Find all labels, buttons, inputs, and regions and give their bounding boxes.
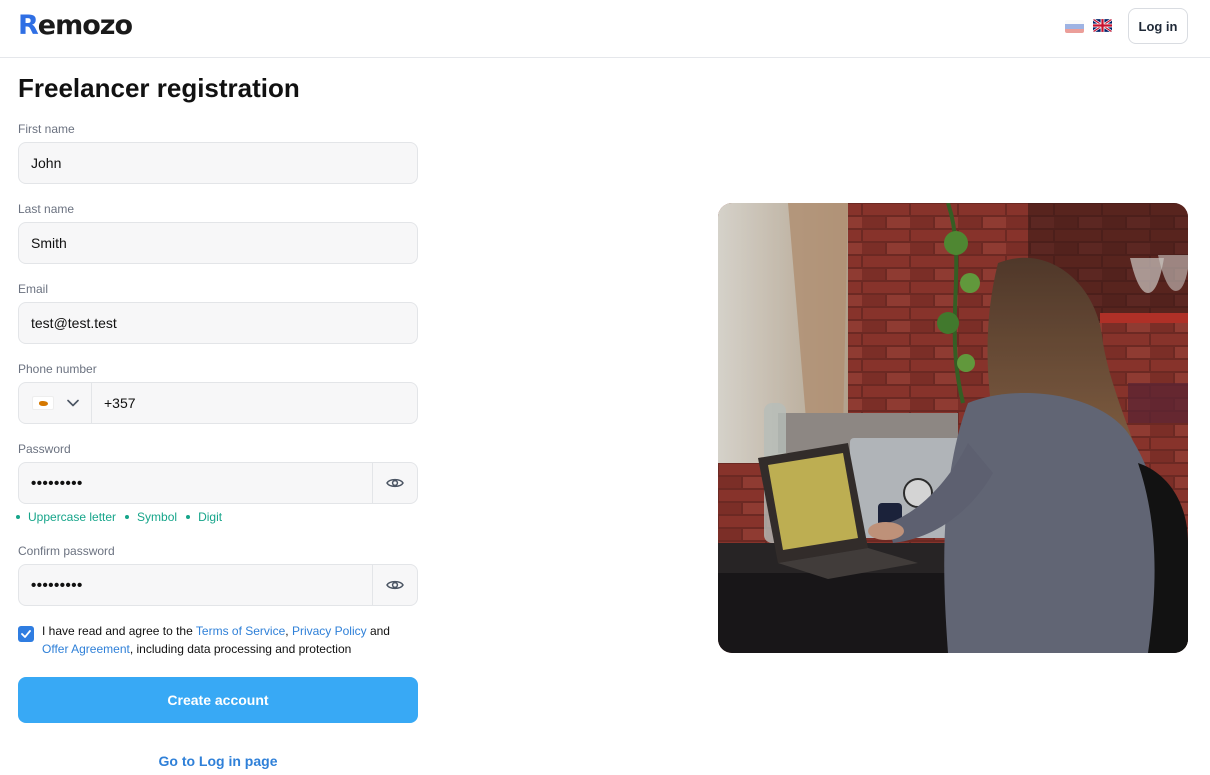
first-name-input[interactable]: John — [18, 142, 418, 184]
phone-field: +357 — [18, 382, 418, 424]
chevron-down-icon — [67, 399, 79, 407]
agreement-text: I have read and agree to the Terms of Se… — [42, 624, 390, 656]
email-input[interactable]: test@test.test — [18, 302, 418, 344]
agreement-checkbox[interactable] — [18, 626, 34, 642]
first-name-label: First name — [18, 122, 75, 136]
top-header: Remozo Log in — [0, 0, 1210, 58]
bullet-icon — [186, 515, 191, 519]
cyprus-flag-icon — [32, 396, 54, 410]
country-code-select[interactable] — [19, 383, 92, 423]
show-confirm-password-button[interactable] — [372, 565, 417, 605]
terms-of-service-link[interactable]: Terms of Service — [196, 624, 285, 638]
bullet-icon — [16, 515, 20, 519]
password-field: ••••••••• — [18, 462, 418, 504]
remozo-logo[interactable]: Remozo — [18, 10, 133, 42]
hero-photo — [718, 203, 1188, 653]
login-button[interactable]: Log in — [1128, 8, 1188, 44]
password-label: Password — [18, 442, 71, 456]
offer-agreement-link[interactable]: Offer Agreement — [42, 642, 130, 656]
goto-login-link[interactable]: Go to Log in page — [18, 752, 418, 770]
password-hint: Digit — [186, 510, 222, 524]
create-account-button[interactable]: Create account — [18, 677, 418, 723]
last-name-label: Last name — [18, 202, 75, 216]
password-hint: Symbol — [125, 510, 177, 524]
uk-flag-icon[interactable] — [1093, 19, 1112, 32]
phone-label: Phone number — [18, 362, 97, 376]
page-title: Freelancer registration — [18, 73, 300, 103]
password-hint: Uppercase letter — [16, 510, 116, 524]
password-requirements: Uppercase letter Symbol Digit — [16, 510, 222, 524]
show-password-button[interactable] — [372, 463, 417, 503]
privacy-policy-link[interactable]: Privacy Policy — [292, 624, 367, 638]
eye-icon — [386, 478, 404, 488]
checkmark-icon — [21, 630, 31, 638]
confirm-password-label: Confirm password — [18, 544, 115, 558]
russia-flag-icon[interactable] — [1065, 20, 1084, 33]
logo-rest: emozo — [37, 10, 133, 41]
email-label: Email — [18, 282, 49, 296]
password-input[interactable]: ••••••••• — [19, 463, 372, 503]
eye-icon — [386, 580, 404, 590]
logo-initial: R — [18, 10, 39, 41]
last-name-input[interactable]: Smith — [18, 222, 418, 264]
bullet-icon — [125, 515, 130, 519]
phone-input[interactable]: +357 — [92, 383, 136, 423]
confirm-password-input[interactable]: ••••••••• — [19, 565, 372, 605]
confirm-password-field: ••••••••• — [18, 564, 418, 606]
